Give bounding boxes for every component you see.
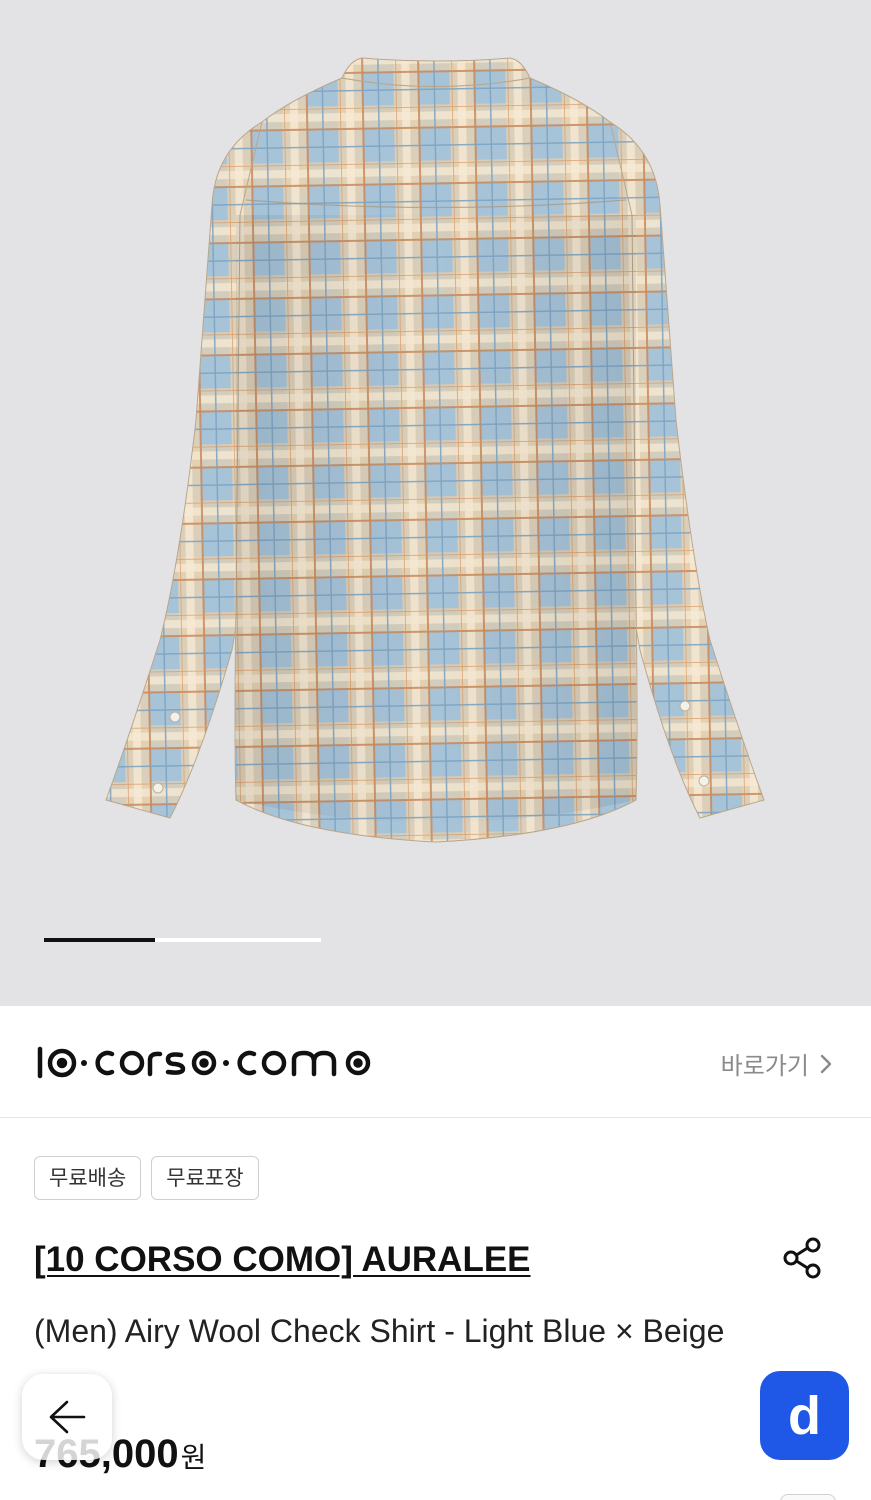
badge-free-wrapping: 무료포장 [151,1156,259,1200]
chevron-right-icon [820,1054,832,1073]
benefit-badges: 무료배송 무료포장 [34,1156,259,1200]
d-app-button[interactable]: d [760,1371,849,1460]
badge-free-shipping: 무료배송 [34,1156,142,1200]
product-brand-link[interactable]: [10 CORSO COMO] AURALEE [34,1240,531,1280]
shirt-image [105,57,765,843]
store-goto-link[interactable]: 바로가기 [721,1046,833,1081]
gallery-progress-fill [44,938,155,942]
gallery-progress-bar [44,938,321,942]
back-button[interactable] [22,1374,112,1460]
corso-como-logo-icon [37,1046,371,1079]
store-logo[interactable] [34,1040,404,1089]
share-icon[interactable] [780,1236,824,1280]
arrow-left-icon [49,1400,86,1434]
bottom-sheet-handle [780,1494,836,1500]
product-image-gallery[interactable] [0,0,871,1006]
goto-label: 바로가기 [720,1052,809,1080]
price-currency: 원 [180,1441,207,1474]
product-name: (Men) Airy Wool Check Shirt - Light Blue… [34,1313,725,1349]
